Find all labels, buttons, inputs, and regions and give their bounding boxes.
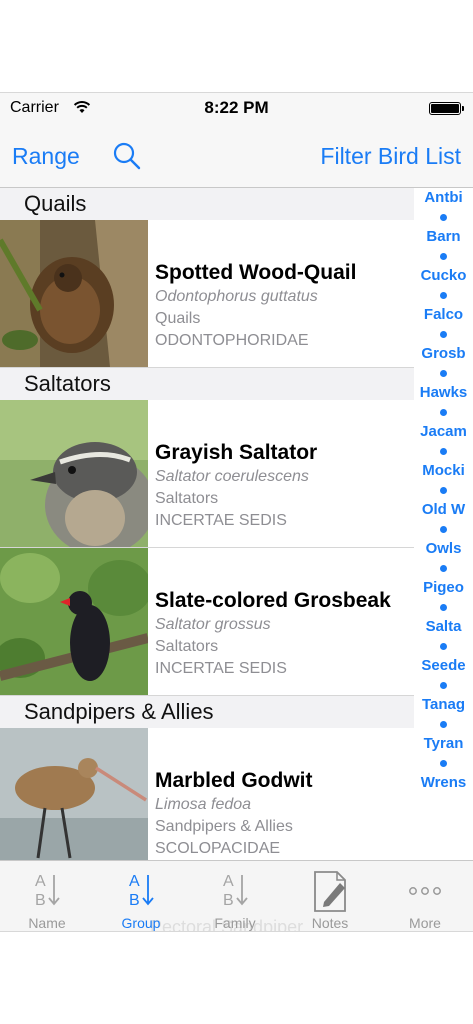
notes-icon xyxy=(314,871,346,912)
index-dot[interactable] xyxy=(414,676,473,696)
index-dot[interactable] xyxy=(414,364,473,384)
bird-group: Saltators xyxy=(155,490,219,507)
more-icon xyxy=(409,887,441,895)
index-entry[interactable]: Pigeo xyxy=(414,578,473,598)
app-screen: Carrier 8:22 PM Range Filter Bird List Q… xyxy=(0,92,473,932)
index-entry[interactable]: Cucko xyxy=(414,266,473,286)
svg-text:A: A xyxy=(223,873,234,890)
svg-text:B: B xyxy=(129,892,140,909)
bird-common-name: Slate-colored Grosbeak xyxy=(155,589,391,612)
index-dot[interactable] xyxy=(414,403,473,423)
index-entry[interactable]: Antbi xyxy=(414,188,473,208)
bird-photo-marbled-godwit xyxy=(0,728,148,860)
tab-label: Group xyxy=(121,915,161,931)
svg-text:B: B xyxy=(223,892,234,909)
tab-label: More xyxy=(409,915,441,931)
index-entry[interactable]: Old W xyxy=(414,500,473,520)
section-header-saltators: Saltators xyxy=(0,368,414,400)
bird-row-marbled-godwit[interactable]: Marbled Godwit Limosa fedoa Sandpipers &… xyxy=(0,728,414,860)
index-entry[interactable]: Jacam xyxy=(414,422,473,442)
clock: 8:22 PM xyxy=(204,98,269,117)
bird-row-grayish-saltator[interactable]: Grayish Saltator Saltator coerulescens S… xyxy=(0,400,414,548)
index-dot[interactable] xyxy=(414,598,473,618)
index-dot[interactable] xyxy=(414,247,473,267)
bird-photo-grayish-saltator xyxy=(0,400,148,547)
index-entry[interactable]: Tyran xyxy=(414,734,473,754)
tab-label: Notes xyxy=(311,915,349,931)
bird-group: Saltators xyxy=(155,638,219,655)
bird-scientific-name: Saltator grossus xyxy=(155,616,271,633)
filter-bird-list-button[interactable]: Filter Bird List xyxy=(320,143,461,170)
bird-family: INCERTAE SEDIS xyxy=(155,660,287,677)
bird-scientific-name: Odontophorus guttatus xyxy=(155,288,318,305)
bird-family: INCERTAE SEDIS xyxy=(155,512,287,529)
bird-family: SCOLOPACIDAE xyxy=(155,840,281,857)
bird-common-name: Spotted Wood-Quail xyxy=(155,261,357,284)
index-dot[interactable] xyxy=(414,559,473,579)
bird-row-spotted-wood-quail[interactable]: Spotted Wood-Quail Odontophorus guttatus… xyxy=(0,220,414,368)
tab-family[interactable]: A B Family xyxy=(188,861,282,931)
index-entry[interactable]: Seede xyxy=(414,656,473,676)
bird-scientific-name: Saltator coerulescens xyxy=(155,468,309,485)
sort-az-icon: A B xyxy=(35,873,60,909)
svg-text:A: A xyxy=(129,873,140,890)
tab-name[interactable]: A B Name xyxy=(0,861,94,931)
status-bar: Carrier 8:22 PM xyxy=(0,93,473,123)
battery-icon xyxy=(429,102,464,115)
bird-group: Quails xyxy=(155,310,201,327)
bird-common-name: Marbled Godwit xyxy=(155,769,313,792)
index-entry[interactable]: Barn xyxy=(414,227,473,247)
index-dot[interactable] xyxy=(414,325,473,345)
sort-az-icon: A B xyxy=(223,873,248,909)
bird-group: Sandpipers & Allies xyxy=(155,818,293,835)
index-entry[interactable]: Salta xyxy=(414,617,473,637)
index-entry[interactable]: Tanag xyxy=(414,695,473,715)
sort-az-icon: A B xyxy=(129,873,154,909)
bird-scientific-name: Limosa fedoa xyxy=(155,796,252,813)
bird-common-name: Grayish Saltator xyxy=(155,441,318,464)
index-dot[interactable] xyxy=(414,520,473,540)
bird-list[interactable]: Quails Spotted Wood-Quail Odontophorus g… xyxy=(0,188,414,860)
index-entry[interactable]: Falco xyxy=(414,305,473,325)
tab-group[interactable]: A B Group xyxy=(94,861,188,931)
range-button[interactable]: Range xyxy=(12,143,80,170)
bird-photo-slate-colored-grosbeak xyxy=(0,548,148,695)
index-entry[interactable]: Owls xyxy=(414,539,473,559)
index-entry[interactable]: Wrens xyxy=(414,773,473,793)
index-dot[interactable] xyxy=(414,481,473,501)
section-header-quails: Quails xyxy=(0,188,414,220)
search-icon[interactable] xyxy=(112,141,142,171)
tab-bar: Pectoral Sandpiper A B Name A B Group A … xyxy=(0,860,473,931)
svg-text:B: B xyxy=(35,892,46,909)
bird-family: ODONTOPHORIDAE xyxy=(155,332,309,349)
svg-text:A: A xyxy=(35,873,46,890)
section-index[interactable]: Antbi Barn Cucko Falco Grosb Hawks Jacam… xyxy=(414,188,473,860)
bird-photo-spotted-wood-quail xyxy=(0,220,148,367)
index-dot[interactable] xyxy=(414,754,473,774)
nav-bar: Range Filter Bird List xyxy=(0,123,473,188)
bird-row-slate-colored-grosbeak[interactable]: Slate-colored Grosbeak Saltator grossus … xyxy=(0,548,414,696)
tab-label: Name xyxy=(28,915,66,931)
index-dot[interactable] xyxy=(414,442,473,462)
tab-more[interactable]: More xyxy=(378,861,472,931)
section-header-sandpipers: Sandpipers & Allies xyxy=(0,696,414,728)
tab-notes[interactable]: Notes xyxy=(283,861,377,931)
index-dot[interactable] xyxy=(414,637,473,657)
index-entry[interactable]: Hawks xyxy=(414,383,473,403)
index-dot[interactable] xyxy=(414,286,473,306)
index-entry[interactable]: Grosb xyxy=(414,344,473,364)
index-dot[interactable] xyxy=(414,208,473,228)
tab-label: Family xyxy=(214,915,256,931)
index-entry[interactable]: Mocki xyxy=(414,461,473,481)
index-dot[interactable] xyxy=(414,715,473,735)
